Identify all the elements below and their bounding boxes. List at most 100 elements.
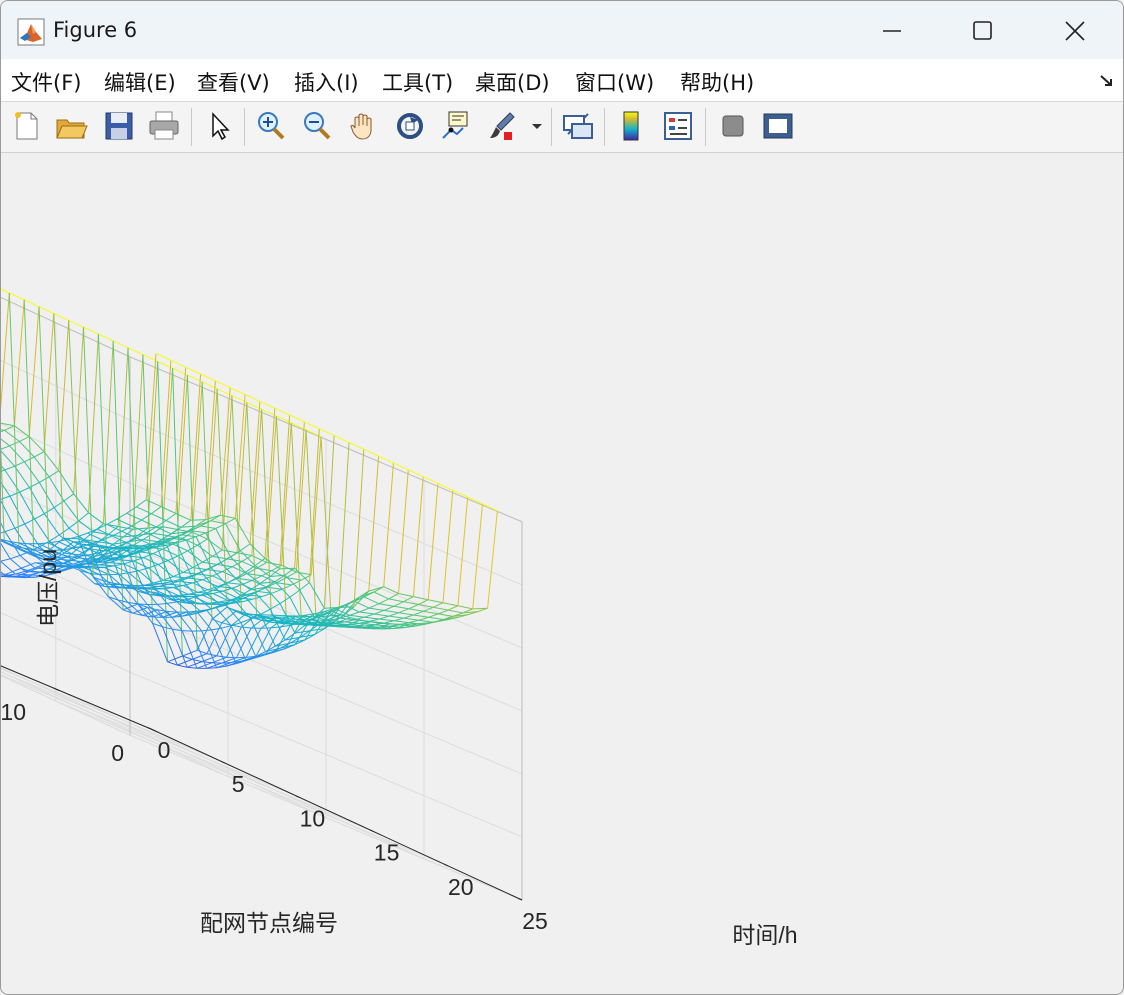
mesh-line xyxy=(271,588,282,594)
mesh-line xyxy=(359,611,375,615)
mesh-line xyxy=(106,518,118,525)
mesh-line xyxy=(102,546,113,549)
mesh-line xyxy=(98,333,114,342)
mesh-line xyxy=(162,626,178,666)
mesh-line xyxy=(324,607,340,609)
mesh-line xyxy=(1,438,10,447)
mesh-line xyxy=(398,612,414,616)
mesh-line xyxy=(279,567,295,570)
zoom-in-icon[interactable] xyxy=(253,108,289,144)
mesh-line xyxy=(185,366,201,375)
mesh-line xyxy=(294,421,305,569)
open-icon[interactable] xyxy=(53,108,89,144)
mesh-line xyxy=(284,574,301,591)
mesh-line xyxy=(229,387,246,395)
mesh-line xyxy=(221,625,232,629)
colorbar-icon[interactable] xyxy=(614,108,650,144)
mesh-line xyxy=(165,520,182,528)
menu-insert[interactable]: 插入(I) xyxy=(294,67,359,97)
mesh-line xyxy=(1,445,10,450)
mesh-line xyxy=(182,585,199,593)
mesh-line xyxy=(171,629,188,668)
new-figure-icon[interactable] xyxy=(9,108,45,144)
mesh-line xyxy=(117,347,129,527)
brush-icon[interactable] xyxy=(484,108,520,144)
rotate-3d-icon[interactable] xyxy=(392,108,428,144)
mesh-line xyxy=(333,435,350,443)
data-cursor-icon[interactable] xyxy=(437,108,473,144)
mesh-line xyxy=(398,469,409,594)
pan-hand-icon[interactable] xyxy=(346,108,382,144)
mesh-line xyxy=(1,531,6,534)
mesh-line xyxy=(14,523,25,529)
mesh-line xyxy=(349,611,360,616)
window-title: Figure 6 xyxy=(53,18,138,42)
menu-window[interactable]: 窗口(W) xyxy=(575,67,654,97)
mesh-line xyxy=(1,450,15,467)
mesh-line xyxy=(53,507,70,529)
mesh-line xyxy=(136,499,147,508)
mesh-line xyxy=(39,476,50,483)
voltage-mesh-surface xyxy=(1,288,498,669)
mesh-line xyxy=(165,513,177,521)
mesh-line xyxy=(423,606,434,612)
mesh-line xyxy=(162,368,174,527)
minimize-icon[interactable] xyxy=(847,1,939,59)
mesh-line xyxy=(448,609,463,614)
mesh-line xyxy=(408,619,419,624)
menu-help[interactable]: 帮助(H) xyxy=(680,67,754,97)
mesh-line xyxy=(225,517,236,525)
save-icon[interactable] xyxy=(101,108,137,144)
mesh-line xyxy=(408,469,424,478)
mesh-line xyxy=(77,532,88,538)
mesh-line xyxy=(403,617,419,621)
mesh-line xyxy=(422,476,439,484)
mesh-line xyxy=(412,476,424,597)
menu-tools[interactable]: 工具(T) xyxy=(382,67,453,97)
mesh-line xyxy=(168,583,184,586)
mesh-line xyxy=(211,627,222,631)
mesh-line xyxy=(363,596,380,605)
mesh-line xyxy=(78,512,89,522)
mesh-line xyxy=(467,496,483,505)
expand-menu-icon[interactable] xyxy=(1099,73,1115,89)
brush-dropdown-icon[interactable] xyxy=(528,108,546,144)
menu-edit[interactable]: 编辑(E) xyxy=(104,67,176,97)
maximize-icon[interactable] xyxy=(937,1,1029,59)
mesh-line xyxy=(442,490,454,603)
mesh-line xyxy=(19,436,30,442)
mesh-line xyxy=(186,375,198,651)
z-axis-label: 电压/pu xyxy=(35,549,61,627)
mesh-line xyxy=(43,513,60,536)
mesh-line xyxy=(142,584,153,587)
mesh-line xyxy=(177,664,188,668)
title-bar[interactable]: Figure 6 xyxy=(1,1,1123,59)
mesh-line xyxy=(172,543,188,552)
mesh-line xyxy=(442,602,459,607)
show-plot-tools-icon[interactable] xyxy=(760,108,796,144)
mesh-line xyxy=(197,649,208,655)
menu-view[interactable]: 查看(V) xyxy=(197,67,270,97)
mesh-line xyxy=(413,610,424,616)
mesh-line xyxy=(378,598,389,605)
mesh-plot-axes[interactable]: 05101520250102030400.940.950.960.970.980… xyxy=(1,153,1123,993)
x-tick-label: 15 xyxy=(374,840,400,866)
mesh-line xyxy=(398,593,414,598)
print-icon[interactable] xyxy=(146,108,182,144)
menu-desktop[interactable]: 桌面(D) xyxy=(475,67,550,97)
mesh-line xyxy=(359,607,370,613)
select-arrow-icon[interactable] xyxy=(201,108,237,144)
legend-icon[interactable] xyxy=(660,108,696,144)
zoom-out-icon[interactable] xyxy=(299,108,335,144)
menu-file[interactable]: 文件(F) xyxy=(11,67,81,97)
mesh-line xyxy=(264,587,281,604)
mesh-line xyxy=(255,592,271,610)
mesh-line xyxy=(266,586,282,590)
mesh-line xyxy=(1,292,10,410)
hide-plot-tools-icon[interactable] xyxy=(715,108,751,144)
close-icon[interactable] xyxy=(1029,1,1121,59)
mesh-line xyxy=(398,608,409,614)
figure-window: Figure 6 文件(F) 编辑(E) 查看(V) 插入(I) 工具(T) 桌… xyxy=(0,0,1124,995)
mesh-line xyxy=(73,493,89,514)
link-plot-icon[interactable] xyxy=(560,108,596,144)
